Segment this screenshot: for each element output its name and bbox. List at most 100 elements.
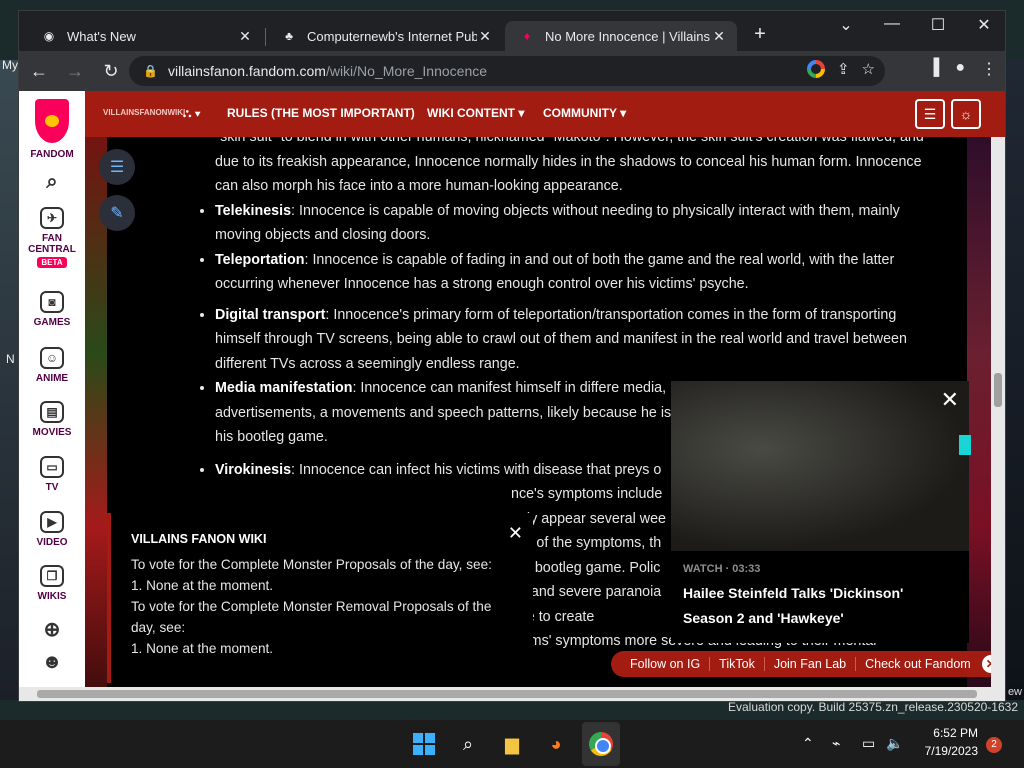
term: Telekinesis	[215, 202, 292, 219]
paragraph: "skin suit" to blend in with other human…	[215, 137, 924, 194]
rail-item-anime[interactable]: ☺ ANIME	[19, 347, 85, 384]
tab-internet-pub[interactable]: ♣ Computernewb's Internet Pub H ✕	[267, 21, 503, 51]
wiki-logo[interactable]: VILLAINSFANONWIKI	[103, 108, 185, 117]
fandom-brand-label[interactable]: FANDOM	[19, 149, 85, 160]
scrollbar-thumb[interactable]	[994, 373, 1002, 407]
clock[interactable]: 6:52 PM 7/19/2023	[925, 724, 978, 760]
fandom-icon: ♦	[523, 29, 531, 43]
rail-item-games[interactable]: ◙ GAMES	[19, 291, 85, 328]
rail-item-label: ANIME	[35, 373, 69, 384]
tab-whats-new[interactable]: ◉ What's New ✕	[27, 21, 263, 51]
tab-search-icon[interactable]: ⌄	[823, 15, 869, 35]
create-plus-icon[interactable]: ⊕	[19, 617, 85, 642]
tv-icon: ▭	[40, 456, 64, 478]
close-window-button[interactable]: ✕	[961, 15, 1007, 35]
rail-item-wikis[interactable]: ❐ WIKIS	[19, 565, 85, 602]
rail-item-fan-central[interactable]: ✈ FAN CENTRAL BETA	[19, 207, 85, 268]
tiktok-link[interactable]: TikTok	[710, 657, 765, 671]
vertical-scrollbar[interactable]	[991, 137, 1005, 687]
chrome-icon: ◉	[43, 29, 55, 43]
fandom-logo-icon[interactable]	[35, 99, 69, 143]
close-icon[interactable]: ✕	[508, 523, 523, 544]
scrollbar-thumb[interactable]	[37, 690, 977, 698]
minimize-button[interactable]: —	[869, 15, 915, 33]
chevron-up-icon[interactable]: ⌃	[802, 735, 814, 752]
firefox-icon[interactable]: ◕	[542, 730, 570, 758]
tab-no-more-innocence[interactable]: ♦ No More Innocence | Villains Far ✕	[505, 21, 737, 51]
desktop-icon-label[interactable]: ew	[1008, 686, 1022, 698]
desktop-wallpaper-left	[0, 60, 18, 700]
file-explorer-icon[interactable]: ▆	[498, 730, 526, 758]
close-icon[interactable]: ✕	[477, 28, 493, 45]
tab-title: No More Innocence | Villains Far	[545, 28, 711, 44]
term: Virokinesis	[215, 461, 292, 478]
search-icon[interactable]: ⌕	[19, 171, 85, 194]
close-icon[interactable]: ✕	[941, 387, 959, 413]
browser-toolbar: ← → ↻ 🔒 villainsfanon.fandom.com/wiki/No…	[19, 51, 1005, 91]
list-item: Telekinesis: Innocence is capable of mov…	[215, 199, 935, 248]
definition: : Innocence can infect his victims with …	[291, 461, 662, 478]
profile-icon[interactable]: ●	[955, 59, 965, 79]
menu-kebab-icon[interactable]: ⋮	[981, 59, 997, 79]
theme-toggle-icon[interactable]: ☼	[951, 99, 981, 129]
nav-rules[interactable]: RULES (THE MOST IMPORTANT)	[227, 106, 415, 120]
check-out-fandom-link[interactable]: Check out Fandom	[856, 657, 980, 671]
rail-item-video[interactable]: ▶ VIDEO	[19, 511, 85, 548]
forward-button[interactable]: →	[59, 55, 91, 87]
rail-item-label: TV	[45, 482, 59, 493]
address-bar[interactable]: 🔒 villainsfanon.fandom.com/wiki/No_More_…	[129, 56, 885, 86]
rail-item-label: GAMES	[33, 317, 71, 328]
rail-item-label: WIKIS	[37, 591, 67, 602]
follow-ig-link[interactable]: Follow on IG	[621, 657, 711, 671]
reload-button[interactable]: ↻	[95, 55, 127, 87]
side-panel-icon[interactable]: ▐	[928, 59, 939, 79]
start-windows-icon[interactable]	[410, 730, 438, 758]
wiki-navigation-bar: VILLAINSFANONWIKI ⛬ ▾ RULES (THE MOST IM…	[85, 91, 1005, 137]
volume-icon[interactable]: 🔈	[886, 735, 903, 752]
notification-badge[interactable]: 2	[986, 737, 1002, 753]
edit-pencil-icon[interactable]: ✎	[99, 195, 135, 231]
horizontal-scrollbar[interactable]	[19, 687, 1005, 701]
new-tab-button[interactable]: +	[747, 23, 773, 46]
term: Media manifestation	[215, 380, 353, 396]
table-of-contents-icon[interactable]: ☰	[99, 149, 135, 185]
list-item: Digital transport: Innocence's primary f…	[215, 303, 935, 377]
close-icon[interactable]: ✕	[237, 28, 253, 45]
close-icon[interactable]: ✕	[711, 28, 727, 45]
display-icon[interactable]: ▭	[862, 735, 875, 752]
url-path: /wiki/No_More_Innocence	[325, 63, 488, 79]
rail-item-tv[interactable]: ▭ TV	[19, 456, 85, 493]
explore-dropdown-icon[interactable]: ⛬ ▾	[183, 106, 201, 121]
anime-face-icon: ☺	[40, 347, 64, 369]
lock-icon[interactable]: 🔒	[143, 64, 158, 78]
nav-label: COMMUNITY	[543, 106, 617, 120]
gamepad-icon: ◙	[40, 291, 64, 313]
network-icon[interactable]: ⌁	[832, 735, 840, 752]
bookmark-star-icon[interactable]: ☆	[862, 60, 875, 78]
chrome-icon[interactable]	[587, 730, 615, 758]
desktop-icon-label[interactable]: My	[2, 58, 18, 72]
desktop-icon-label[interactable]: N	[6, 352, 15, 366]
discussions-icon[interactable]: ☰	[915, 99, 945, 129]
share-icon[interactable]: ⇪	[837, 60, 850, 78]
tab-title: What's New	[67, 28, 136, 44]
background-art-accent	[959, 435, 971, 455]
nav-wiki-content[interactable]: WIKI CONTENT ▾	[427, 106, 524, 120]
featured-video-player[interactable]: ✕ WATCH · 03:33 Hailee Steinfeld Talks '…	[671, 381, 969, 643]
rail-item-movies[interactable]: ▤ MOVIES	[19, 401, 85, 438]
back-button[interactable]: ←	[23, 55, 55, 87]
url-domain: villainsfanon.fandom.com	[167, 63, 326, 79]
nav-community[interactable]: COMMUNITY ▾	[543, 106, 626, 120]
nav-label: WIKI CONTENT	[427, 106, 515, 120]
maximize-button[interactable]: ☐	[915, 15, 961, 35]
video-frame[interactable]	[671, 381, 969, 551]
search-icon[interactable]: ⌕	[454, 730, 482, 758]
tab-separator	[265, 28, 266, 46]
tab-strip: ◉ What's New ✕ ♣ Computernewb's Internet…	[19, 11, 1005, 51]
desktop-wallpaper-right	[1006, 60, 1024, 700]
rail-item-label: MOVIES	[32, 427, 72, 438]
google-icon[interactable]	[806, 60, 825, 78]
video-title[interactable]: Hailee Steinfeld Talks 'Dickinson' Seaso…	[683, 581, 953, 631]
join-fan-lab-link[interactable]: Join Fan Lab	[765, 657, 857, 671]
user-account-icon[interactable]: ☻	[19, 651, 85, 674]
